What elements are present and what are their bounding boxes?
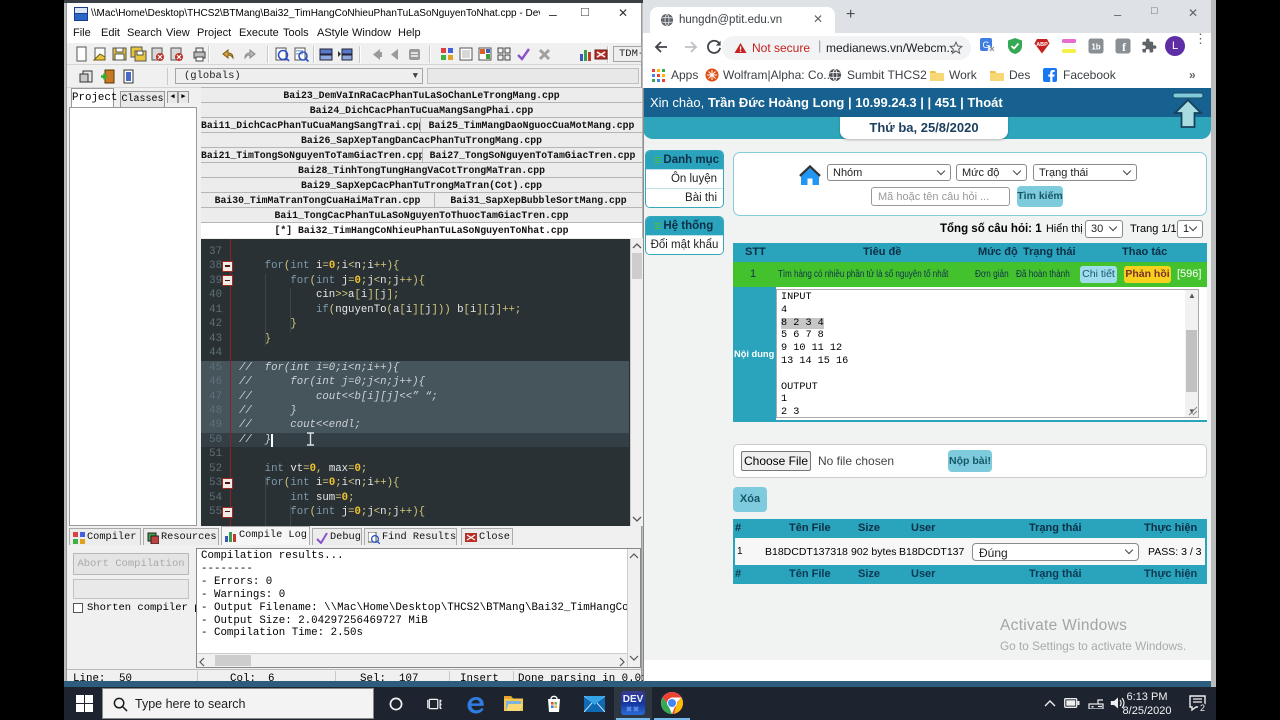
svg-text:DEV: DEV bbox=[623, 694, 644, 705]
svg-text:2: 2 bbox=[1200, 703, 1205, 712]
svg-text:1b: 1b bbox=[1091, 43, 1100, 52]
svg-text:ABP: ABP bbox=[1036, 42, 1048, 48]
